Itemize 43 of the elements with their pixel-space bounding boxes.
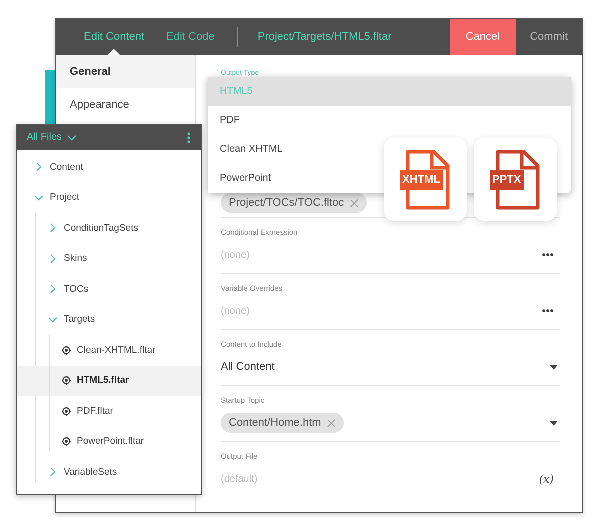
tree-item[interactable]: ConditionTagSets [17, 213, 201, 244]
input-field[interactable]: (default) [221, 474, 371, 484]
dropdown-option[interactable]: PowerPoint [208, 164, 378, 193]
dropdown-caret-icon[interactable] [550, 364, 558, 370]
target-icon [62, 406, 71, 416]
target-icon [62, 437, 71, 446]
more-vertical-icon[interactable] [187, 132, 191, 144]
tree-item[interactable]: Project [17, 182, 201, 213]
tree-item[interactable]: TOCs [17, 274, 201, 304]
chevron-right-icon[interactable] [48, 223, 58, 234]
variable-button[interactable]: (x) [539, 472, 554, 486]
remove-icon[interactable] [327, 418, 336, 428]
nav-item[interactable]: Appearance [56, 88, 195, 121]
tree-item[interactable]: VariableSets [17, 457, 201, 488]
more-icon[interactable] [542, 309, 554, 313]
chevron-down-icon[interactable] [34, 192, 44, 203]
chevron-down-icon[interactable] [67, 132, 78, 142]
field-value[interactable]: All Content [221, 361, 275, 373]
chevron-down-icon[interactable] [48, 314, 58, 325]
target-icon [62, 346, 71, 355]
tree-item[interactable]: PowerPoint.fltar [17, 426, 201, 457]
tree-item[interactable]: Skins [17, 244, 201, 274]
tree-item[interactable]: HTML5.fltar [17, 366, 201, 396]
tree-item[interactable]: Clean-XHTML.fltar [17, 335, 201, 366]
tab[interactable]: Edit Code [166, 19, 215, 55]
more-icon[interactable] [542, 253, 554, 257]
input-field[interactable]: (none) [221, 250, 371, 260]
chevron-right-icon[interactable] [48, 467, 58, 478]
remove-icon[interactable] [350, 198, 360, 208]
chevron-right-icon[interactable] [48, 254, 58, 264]
input-field[interactable]: (none) [221, 306, 371, 316]
target-icon [62, 376, 71, 386]
tree-item[interactable]: PDF.fltar [17, 396, 201, 426]
nav-item[interactable]: General [56, 55, 195, 88]
chevron-right-icon[interactable] [34, 162, 44, 172]
file-path: Project/Targets/HTML5.fltar [258, 31, 393, 43]
value-chip: Content/Home.htm [221, 413, 344, 433]
dropdown-caret-icon[interactable] [550, 420, 558, 426]
chevron-right-icon[interactable] [48, 284, 58, 294]
tree-item[interactable]: Content [17, 152, 201, 182]
tree-item[interactable]: Targets [17, 304, 201, 335]
files-filter-dropdown[interactable]: All Files [27, 132, 78, 143]
value-chip: Project/TOCs/TOC.fltoc [221, 193, 368, 213]
